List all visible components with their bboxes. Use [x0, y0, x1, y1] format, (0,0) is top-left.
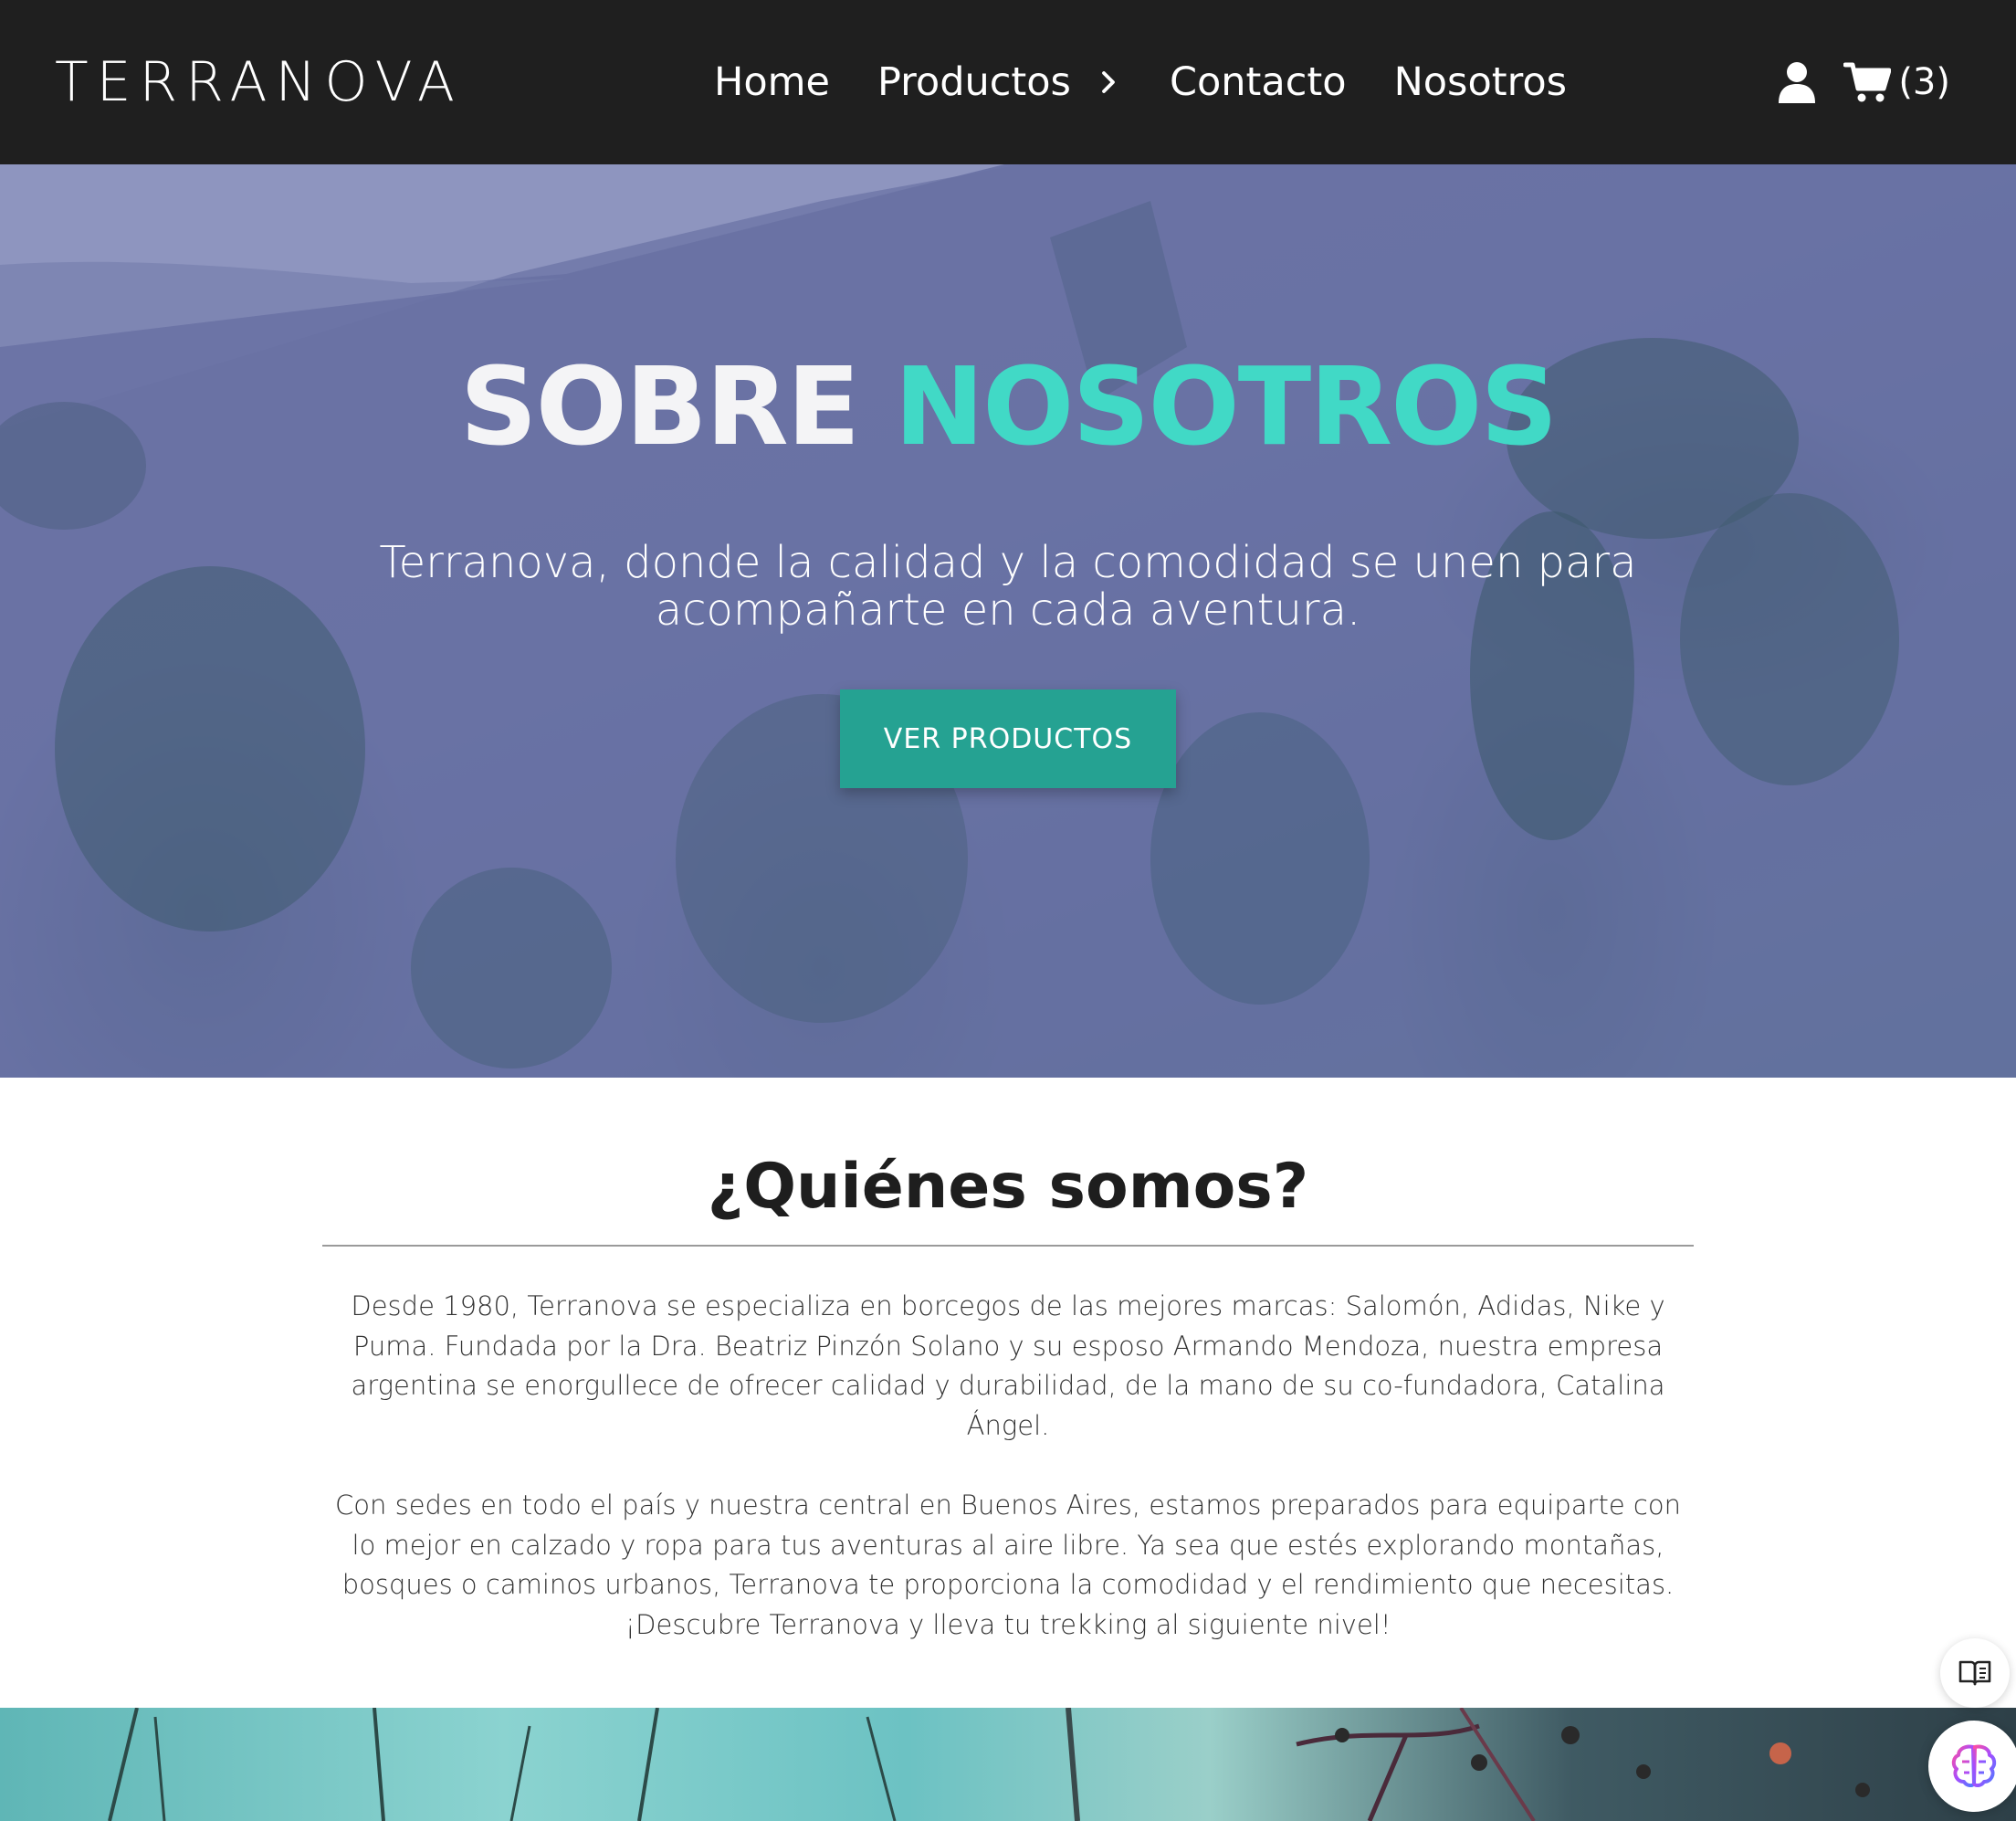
nav-home-label: Home: [714, 59, 830, 105]
user-icon[interactable]: [1778, 61, 1816, 103]
hero-title: SOBRE NOSOTROS: [0, 342, 2016, 470]
nav-contacto-link[interactable]: Contacto: [1170, 59, 1347, 105]
nav-productos-link[interactable]: Productos: [877, 59, 1122, 105]
book-reader-icon: [1958, 1660, 1991, 1686]
ver-productos-button[interactable]: VER PRODUCTOS: [840, 689, 1176, 788]
nav-productos-label: Productos: [877, 59, 1071, 105]
about-paragraph-2: Con sedes en todo el país y nuestra cent…: [335, 1489, 1681, 1640]
about-title: ¿Quiénes somos?: [707, 1151, 1309, 1223]
cart-icon: [1843, 62, 1892, 102]
cart-button[interactable]: (3): [1843, 61, 1950, 103]
brain-icon: [1951, 1744, 1997, 1788]
chevron-right-icon: [1102, 71, 1115, 93]
nav-actions: (3): [1778, 50, 1950, 114]
nav-contacto-label: Contacto: [1169, 59, 1347, 105]
cart-count: (3): [1898, 61, 1950, 103]
about-divider: [322, 1245, 1694, 1247]
assistant-button[interactable]: [1928, 1721, 2016, 1812]
about-paragraph-1: Desde 1980, Terranova se especializa en …: [351, 1290, 1665, 1441]
top-navbar: TERRANOVA Home Productos Contacto Nosotr…: [0, 0, 2016, 164]
hero-banner: SOBRE NOSOTROS Terranova, donde la calid…: [0, 164, 2016, 1078]
plants-background-image: [0, 1708, 2016, 1821]
nav-nosotros-label: Nosotros: [1393, 59, 1568, 105]
hero-title-part2: NOSOTROS: [894, 343, 1558, 469]
reader-mode-button[interactable]: [1940, 1638, 2010, 1708]
nav-nosotros-link[interactable]: Nosotros: [1394, 59, 1568, 105]
nav-home-link[interactable]: Home: [714, 59, 830, 105]
hero-title-part1: SOBRE: [459, 343, 861, 469]
hero-subtitle: Terranova, donde la calidad y la comodid…: [379, 537, 1637, 636]
main-nav: Home Productos Contacto Nosotros: [714, 50, 1567, 114]
brand-logo[interactable]: TERRANOVA: [55, 46, 463, 119]
